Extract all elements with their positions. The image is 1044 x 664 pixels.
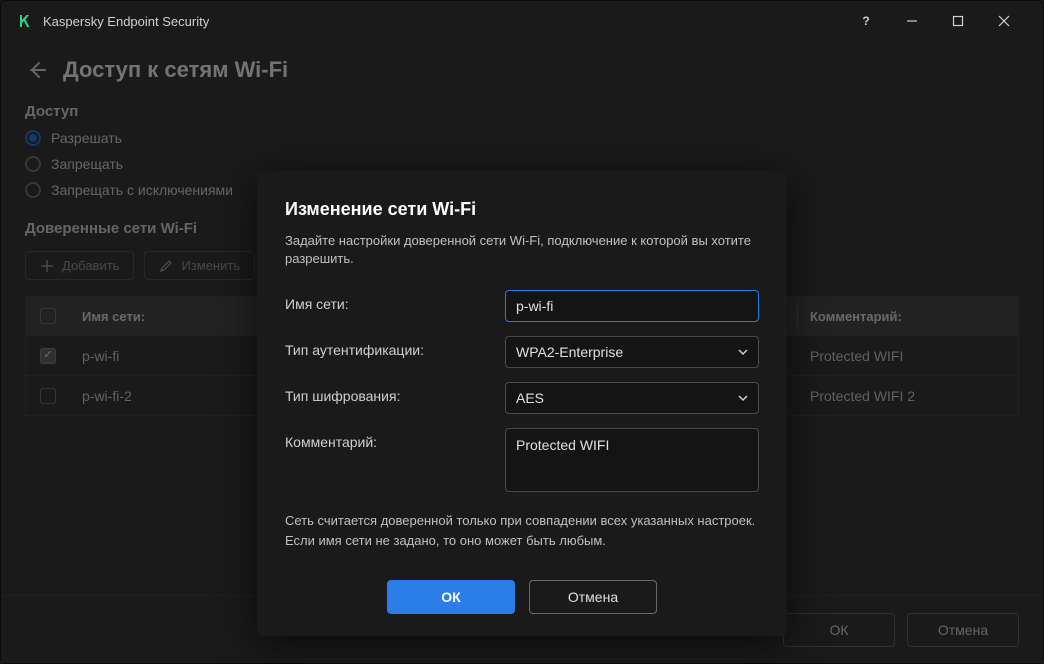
enc-select-value: AES bbox=[516, 390, 544, 406]
auth-select[interactable]: WPA2-Enterprise bbox=[505, 336, 759, 368]
form-row-comment: Комментарий: bbox=[285, 428, 759, 497]
help-button[interactable]: ? bbox=[843, 1, 889, 41]
maximize-button[interactable] bbox=[935, 1, 981, 41]
form-row-auth: Тип аутентификации: WPA2-Enterprise bbox=[285, 336, 759, 368]
app-logo-icon bbox=[17, 13, 33, 29]
titlebar: Kaspersky Endpoint Security ? bbox=[1, 1, 1043, 41]
auth-label: Тип аутентификации: bbox=[285, 336, 505, 358]
form-row-name: Имя сети: bbox=[285, 290, 759, 322]
content-area: Доступ к сетям Wi-Fi Доступ Разрешать За… bbox=[1, 41, 1043, 663]
svg-text:?: ? bbox=[862, 15, 869, 27]
enc-select[interactable]: AES bbox=[505, 382, 759, 414]
dialog-cancel-button[interactable]: Отмена bbox=[529, 580, 657, 614]
modal-overlay: Изменение сети Wi-Fi Задайте настройки д… bbox=[1, 41, 1043, 663]
comment-textarea[interactable] bbox=[505, 428, 759, 492]
name-label: Имя сети: bbox=[285, 290, 505, 312]
enc-label: Тип шифрования: bbox=[285, 382, 505, 404]
dialog-description: Задайте настройки доверенной сети Wi-Fi,… bbox=[285, 232, 759, 268]
minimize-button[interactable] bbox=[889, 1, 935, 41]
edit-wifi-dialog: Изменение сети Wi-Fi Задайте настройки д… bbox=[257, 171, 787, 636]
dialog-note: Сеть считается доверенной только при сов… bbox=[285, 511, 759, 550]
app-title: Kaspersky Endpoint Security bbox=[43, 14, 843, 29]
chevron-down-icon bbox=[738, 347, 748, 357]
dialog-title: Изменение сети Wi-Fi bbox=[285, 199, 759, 220]
chevron-down-icon bbox=[738, 393, 748, 403]
app-window: Kaspersky Endpoint Security ? Доступ к с… bbox=[0, 0, 1044, 664]
form-row-enc: Тип шифрования: AES bbox=[285, 382, 759, 414]
name-input[interactable] bbox=[505, 290, 759, 322]
dialog-ok-button[interactable]: ОК bbox=[387, 580, 515, 614]
auth-select-value: WPA2-Enterprise bbox=[516, 344, 623, 360]
dialog-actions: ОК Отмена bbox=[285, 580, 759, 614]
comment-label: Комментарий: bbox=[285, 428, 505, 450]
window-controls: ? bbox=[843, 1, 1027, 41]
close-button[interactable] bbox=[981, 1, 1027, 41]
